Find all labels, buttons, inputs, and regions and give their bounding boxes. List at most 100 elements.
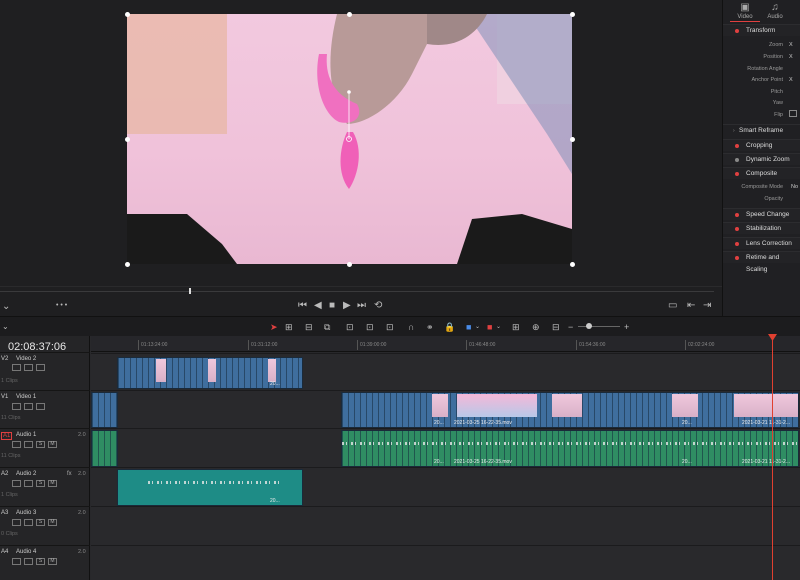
track-name[interactable]: Video 2	[16, 356, 36, 362]
track-name[interactable]: Audio 1	[16, 432, 36, 438]
section-retime-scaling[interactable]: Retime and Scaling	[723, 251, 800, 273]
section-dynamic-zoom[interactable]: Dynamic Zoom	[723, 153, 800, 165]
stop-icon[interactable]: ■	[329, 300, 335, 312]
next-edit-icon[interactable]: ⇥	[703, 300, 711, 312]
audio-clip[interactable]: 20... 2021-03-25 16-22-35.mov 20... 2021…	[341, 430, 799, 467]
match-frame-icon[interactable]: ▭	[668, 300, 677, 312]
video-clip[interactable]	[91, 392, 118, 428]
overwrite-clip-icon[interactable]: ⊡	[366, 321, 374, 333]
lock-track-icon[interactable]	[12, 441, 21, 448]
mute-button[interactable]: M	[48, 519, 57, 526]
transform-handle-tl[interactable]	[124, 11, 130, 17]
zoom-custom-icon[interactable]: ⊟	[552, 321, 560, 333]
track-id[interactable]: A1	[1, 432, 13, 440]
auto-select-icon[interactable]	[24, 519, 33, 526]
lock-icon[interactable]: 🔒	[444, 321, 455, 333]
prop-position-x[interactable]: X	[789, 54, 793, 60]
zoom-slider-track[interactable]	[578, 326, 620, 327]
chevron-down-icon[interactable]: ⌄	[496, 321, 501, 333]
section-composite[interactable]: Composite	[723, 167, 800, 179]
snapping-icon[interactable]: ∩	[408, 321, 414, 333]
transform-handle-bottom[interactable]	[346, 261, 352, 267]
solo-button[interactable]: S	[36, 519, 45, 526]
zoom-out-icon[interactable]: −	[568, 321, 573, 333]
lock-track-icon[interactable]	[12, 403, 21, 410]
replace-clip-icon[interactable]: ⊡	[386, 321, 394, 333]
blade-tool-icon[interactable]: ⧉	[324, 321, 330, 333]
transform-handle-right[interactable]	[569, 136, 575, 142]
dynamic-trim-icon[interactable]: ⊟	[305, 321, 313, 333]
auto-select-icon[interactable]	[24, 403, 33, 410]
solo-button[interactable]: S	[36, 480, 45, 487]
composite-mode-select[interactable]: No	[791, 184, 798, 190]
mute-button[interactable]: M	[48, 441, 57, 448]
zoom-detail-icon[interactable]: ⊕	[532, 321, 540, 333]
selection-tool-icon[interactable]: ➤	[270, 321, 278, 333]
more-options-icon[interactable]: • • •	[56, 300, 67, 312]
mute-button[interactable]: M	[48, 558, 57, 565]
mute-button[interactable]: M	[48, 480, 57, 487]
timeline-ruler[interactable]: 01:13:24:00 01:31:12:00 01:39:00:00 01:4…	[91, 336, 800, 352]
prop-anchor-x[interactable]: X	[789, 77, 793, 83]
solo-button[interactable]: S	[36, 558, 45, 565]
enable-dot[interactable]	[735, 172, 739, 176]
enable-dot[interactable]	[735, 213, 739, 217]
link-icon[interactable]: ⚭	[426, 321, 434, 333]
go-to-end-icon[interactable]: ⏭	[357, 300, 366, 312]
enable-dot[interactable]	[735, 256, 739, 260]
lock-track-icon[interactable]	[12, 364, 21, 371]
section-smart-reframe[interactable]: › Smart Reframe	[723, 124, 800, 136]
transform-handle-bl[interactable]	[124, 261, 130, 267]
video-frame[interactable]	[127, 14, 572, 264]
enable-dot[interactable]	[735, 158, 739, 162]
play-reverse-icon[interactable]: ◀	[314, 300, 322, 312]
track-name[interactable]: Video 1	[16, 394, 36, 400]
loop-icon[interactable]: ⟲	[374, 300, 382, 312]
solo-button[interactable]: S	[36, 441, 45, 448]
chevron-down-icon[interactable]: ⌄	[2, 301, 10, 313]
zoom-slider-thumb[interactable]	[586, 323, 592, 329]
track-name[interactable]: Audio 3	[16, 510, 36, 516]
flip-button[interactable]	[789, 110, 797, 117]
section-stabilization[interactable]: Stabilization	[723, 222, 800, 234]
auto-select-icon[interactable]	[24, 364, 33, 371]
video-clip[interactable]: 20...	[117, 357, 303, 389]
playhead[interactable]	[772, 338, 773, 580]
auto-select-icon[interactable]	[24, 441, 33, 448]
section-speed-change[interactable]: Speed Change	[723, 208, 800, 220]
prop-zoom-x[interactable]: X	[789, 42, 793, 48]
section-cropping[interactable]: Cropping	[723, 139, 800, 151]
lock-track-icon[interactable]	[12, 558, 21, 565]
zoom-in-icon[interactable]: +	[624, 321, 629, 333]
lock-track-icon[interactable]	[12, 480, 21, 487]
transform-handle-left[interactable]	[124, 136, 130, 142]
disable-track-icon[interactable]	[36, 403, 45, 410]
video-clip[interactable]: 20... 2021-03-25 16-22-35.mov 20... 2021…	[341, 392, 799, 428]
auto-select-icon[interactable]	[24, 480, 33, 487]
timeline-options-icon[interactable]: ⌄	[2, 321, 9, 333]
transform-handle-br[interactable]	[569, 261, 575, 267]
audio-clip[interactable]: 20...	[117, 469, 303, 506]
marker-icon[interactable]: ■	[487, 321, 492, 333]
scrubber-position[interactable]	[189, 288, 191, 294]
prev-edit-icon[interactable]: ⇤	[687, 300, 695, 312]
inspector-tab-video[interactable]: ▣ Video	[730, 2, 760, 20]
scrubber-track[interactable]	[0, 291, 714, 292]
enable-dot[interactable]	[735, 227, 739, 231]
section-lens-correction[interactable]: Lens Correction	[723, 237, 800, 249]
track-name[interactable]: Audio 4	[16, 549, 36, 555]
track-name[interactable]: Audio 2	[16, 471, 36, 477]
track-fx-badge[interactable]: fx	[67, 471, 72, 477]
lock-track-icon[interactable]	[12, 519, 21, 526]
transform-handle-tr[interactable]	[569, 11, 575, 17]
flag-icon[interactable]: ■	[466, 321, 471, 333]
section-transform[interactable]: Transform	[723, 24, 800, 36]
go-to-start-icon[interactable]: ⏮	[298, 300, 307, 312]
zoom-fit-icon[interactable]: ⊞	[512, 321, 520, 333]
insert-clip-icon[interactable]: ⊡	[346, 321, 354, 333]
audio-clip[interactable]	[91, 430, 118, 467]
chevron-down-icon[interactable]: ⌄	[475, 321, 480, 333]
enable-dot[interactable]	[735, 242, 739, 246]
auto-select-icon[interactable]	[24, 558, 33, 565]
transform-handle-top[interactable]	[346, 11, 352, 17]
